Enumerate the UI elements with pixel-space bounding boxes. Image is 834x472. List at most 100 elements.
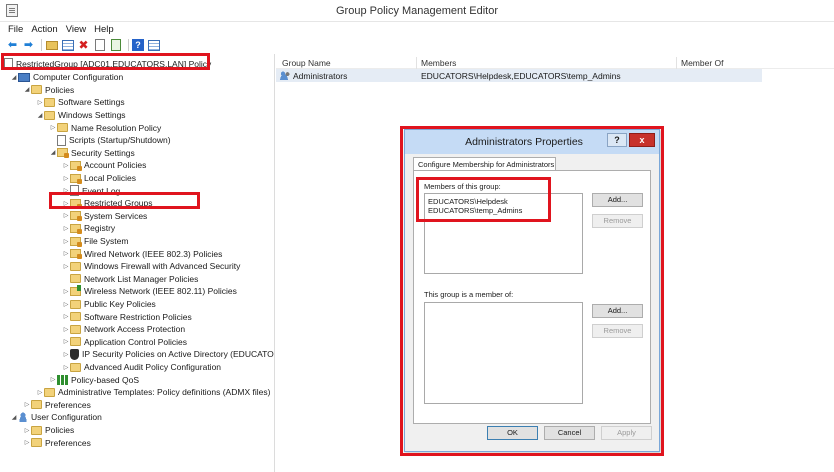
tree-item[interactable]: ▷ Preferences [23, 399, 91, 412]
collapse-arrow-icon[interactable]: ▷ [36, 389, 44, 396]
menu-view[interactable]: View [66, 24, 86, 35]
tree-item-label: Policies [45, 84, 75, 95]
collapse-arrow-icon[interactable]: ▷ [62, 238, 70, 245]
tree-item[interactable]: ▷ Preferences [23, 436, 91, 449]
collapse-arrow-icon[interactable]: ▷ [49, 376, 57, 383]
expand-arrow-icon[interactable]: ◢ [49, 149, 57, 156]
collapse-arrow-icon[interactable]: ▷ [23, 439, 31, 446]
tree-item[interactable]: ▷ File System [62, 235, 128, 248]
collapse-arrow-icon[interactable]: ▷ [62, 364, 70, 371]
table-row[interactable]: Administrators EDUCATORS\Helpdesk,EDUCAT… [276, 69, 762, 82]
folder-lock-icon [70, 173, 82, 184]
column-divider [416, 57, 417, 69]
expand-arrow-icon[interactable]: ◢ [10, 414, 18, 421]
collapse-arrow-icon[interactable]: ▷ [62, 250, 70, 257]
properties-icon[interactable] [94, 39, 105, 51]
collapse-arrow-icon[interactable]: ▷ [62, 301, 70, 308]
tree-item[interactable]: Network List Manager Policies [62, 273, 198, 286]
tree-item-label: Computer Configuration [33, 72, 124, 83]
console-icon[interactable] [147, 39, 160, 51]
tree-item[interactable]: ▷ Public Key Policies [62, 298, 156, 311]
collapse-arrow-icon[interactable]: ▷ [23, 401, 31, 408]
collapse-arrow-icon[interactable]: ▷ [62, 212, 70, 219]
collapse-arrow-icon[interactable]: ▷ [62, 338, 70, 345]
tree-item[interactable]: ▷ IP Security Policies on Active Director… [62, 348, 274, 361]
tree-item[interactable]: ▷ Software Restriction Policies [62, 310, 192, 323]
collapse-arrow-icon[interactable]: ▷ [62, 288, 70, 295]
group-name-text: Administrators [293, 71, 348, 81]
tree-item[interactable]: Scripts (Startup/Shutdown) [49, 134, 171, 147]
column-members[interactable]: Members [421, 58, 456, 68]
tree-item-label: Windows Settings [58, 110, 126, 121]
tree-item[interactable]: ◢ User Configuration [10, 411, 102, 424]
expand-arrow-icon[interactable]: ◢ [10, 74, 18, 81]
column-group-name[interactable]: Group Name [282, 58, 331, 68]
folder-icon [70, 312, 81, 322]
up-folder-icon[interactable] [45, 40, 58, 50]
tree-item[interactable]: ▷ Wireless Network (IEEE 802.11) Policies [62, 284, 237, 298]
tree-item-label: Name Resolution Policy [71, 122, 162, 133]
column-member-of[interactable]: Member Of [681, 58, 724, 68]
forward-arrow-icon[interactable]: ➡ [22, 39, 35, 51]
folder-icon [44, 97, 55, 107]
menu-file[interactable]: File [8, 24, 23, 35]
tree-item-label: Network List Manager Policies [84, 273, 199, 284]
tree-item[interactable]: ▷ Local Policies [62, 172, 136, 185]
back-arrow-icon[interactable]: ⬅ [6, 39, 19, 51]
collapse-arrow-icon[interactable]: ▷ [62, 162, 70, 169]
folder-icon [31, 425, 42, 435]
tree-item[interactable]: ▷ Name Resolution Policy [49, 121, 162, 134]
folder-icon [70, 324, 81, 334]
column-divider [676, 57, 677, 69]
group-icon [280, 71, 290, 80]
tree-item-label: Application Control Policies [84, 336, 187, 347]
help-icon[interactable]: ? [132, 39, 144, 51]
wifi-icon [70, 284, 81, 296]
tree-item[interactable]: ▷ Advanced Audit Policy Configuration [62, 361, 221, 374]
collapse-arrow-icon[interactable]: ▷ [23, 427, 31, 434]
tree-item[interactable]: ▷ Application Control Policies [62, 336, 187, 349]
chart-icon [57, 374, 68, 385]
show-pane-icon[interactable] [61, 39, 74, 51]
list-header: Group Name Members Member Of [276, 57, 834, 69]
tree-item-label: Administrative Templates: Policy definit… [58, 387, 271, 398]
tree-item[interactable]: ▷ System Services [62, 210, 147, 223]
collapse-arrow-icon[interactable]: ▷ [36, 99, 44, 106]
folder-icon [70, 261, 81, 271]
tree-item[interactable]: ▷ Windows Firewall with Advanced Security [62, 260, 241, 273]
menu-action[interactable]: Action [31, 24, 57, 35]
collapse-arrow-icon[interactable]: ▷ [62, 263, 70, 270]
folder-icon [44, 110, 55, 120]
tree-item[interactable]: ▷ Policy-based QoS [49, 373, 139, 386]
folder-lock-icon [70, 223, 82, 234]
folder-lock-icon [70, 160, 82, 171]
collapse-arrow-icon[interactable]: ▷ [62, 351, 70, 358]
menu-help[interactable]: Help [94, 24, 114, 35]
collapse-arrow-icon[interactable]: ▷ [62, 175, 70, 182]
tree-item-label: Preferences [45, 399, 91, 410]
folder-icon [57, 123, 68, 133]
tree-item[interactable]: ▷ Registry [62, 222, 115, 235]
tree-item[interactable]: ◢ Windows Settings [36, 109, 126, 122]
tree-item[interactable]: ▷ Policies [23, 424, 75, 437]
tree-item[interactable]: ◢ Policies [23, 84, 75, 97]
tree-item-label: Software Restriction Policies [84, 311, 192, 322]
export-icon[interactable] [110, 39, 121, 51]
tree-item[interactable]: ▷ Account Policies [62, 159, 146, 172]
collapse-arrow-icon[interactable]: ▷ [62, 326, 70, 333]
tree-item[interactable]: ▷ Wired Network (IEEE 802.3) Policies [62, 247, 222, 260]
expand-arrow-icon[interactable]: ◢ [23, 86, 31, 93]
tree-item-label: Advanced Audit Policy Configuration [84, 362, 222, 373]
tree-item[interactable]: ▷ Network Access Protection [62, 323, 185, 336]
tree-item[interactable]: ◢ Computer Configuration [10, 71, 124, 84]
tree-item[interactable]: ◢ Security Settings [49, 147, 135, 160]
collapse-arrow-icon[interactable]: ▷ [62, 313, 70, 320]
document-icon [57, 134, 66, 146]
expand-arrow-icon[interactable]: ◢ [36, 112, 44, 119]
tree-item[interactable]: ▷ Software Settings [36, 96, 125, 109]
collapse-arrow-icon[interactable]: ▷ [62, 225, 70, 232]
collapse-arrow-icon[interactable]: ▷ [49, 124, 57, 131]
delete-icon[interactable]: ✖ [77, 39, 90, 51]
toolbar-separator [128, 39, 129, 51]
tree-item[interactable]: ▷ Administrative Templates: Policy defini… [36, 386, 271, 399]
